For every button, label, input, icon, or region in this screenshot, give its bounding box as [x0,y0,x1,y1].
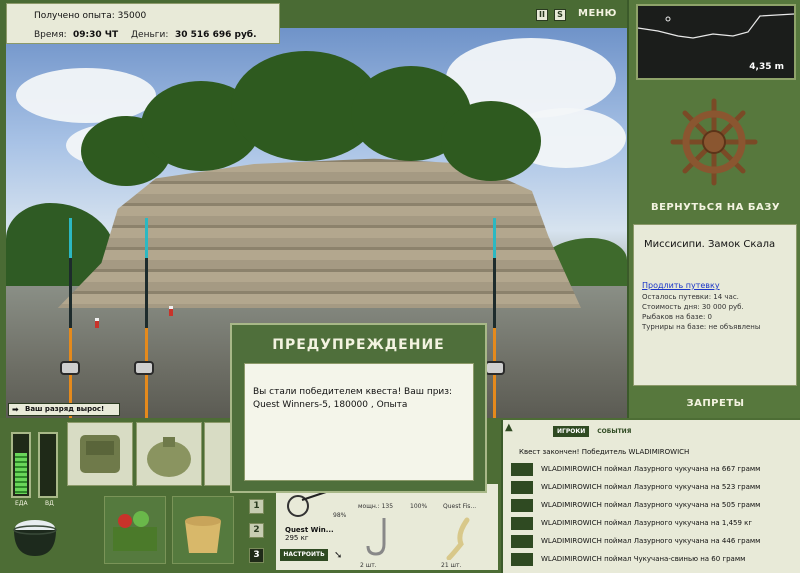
rod-slot-3-button[interactable]: 3 [249,548,264,563]
slot-bucket[interactable] [172,496,234,564]
rod-slot-1-button[interactable]: 1 [249,499,264,514]
game-screen: ➡ Ваш разряд вырос! Получено опыта: 3500… [0,0,800,573]
top-icons: II S [536,9,566,21]
tackle-weight: 295 кг [285,534,309,542]
depth-value: 4,35 m [749,62,784,72]
dialog-message: Вы стали победителем квеста! Ваш приз: Q… [253,387,453,410]
water-label: ВД [45,500,54,507]
sound-icon[interactable]: S [554,9,566,21]
fishing-rod-1[interactable] [69,218,72,418]
warning-dialog: ПРЕДУПРЕЖДЕНИЕ Вы стали победителем квес… [230,323,487,493]
tab-events[interactable]: СОБЫТИЯ [593,426,635,437]
hook-count: 2 шт. [360,562,377,569]
collapse-arrow-icon[interactable]: ▲ [505,422,513,433]
event-text: WLADIMIROWICH поймал Лазурного чукучана … [541,465,761,473]
event-text: WLADIMIROWICH поймал Чукучана-свинью на … [541,555,746,563]
slot-backpack[interactable] [67,422,133,486]
event-text: WLADIMIROWICH поймал Лазурного чукучана … [541,519,753,527]
event-text: WLADIMIROWICH поймал Лазурного чукучана … [541,537,761,545]
money-value: 30 516 696 руб. [175,30,257,40]
rank-up-badge[interactable]: ➡ Ваш разряд вырос! [8,403,120,416]
arrow-down-right-icon: ➘ [334,550,343,561]
bag-icon [147,437,191,477]
food-bar [11,432,31,498]
reel-2[interactable] [134,361,154,375]
float-marker [169,306,173,316]
fish-icon [511,553,533,566]
bans-button[interactable]: ЗАПРЕТЫ [629,398,800,409]
event-text: WLADIMIROWICH поймал Лазурного чукучана … [541,483,761,491]
events-panel: ▲ ИГРОКИ СОБЫТИЯ Квест закончен! Победит… [501,420,800,573]
time-label: Время: [34,30,67,40]
events-tabs: ИГРОКИ СОБЫТИЯ [553,426,635,437]
tab-players[interactable]: ИГРОКИ [553,426,590,437]
extend-permit-link[interactable]: Продлить путевку [642,281,720,290]
location-title: Миссисипи. Замок Скала [644,239,776,250]
event-row: WLADIMIROWICH поймал Лазурного чукучана … [511,497,797,513]
day-cost: Стоимость дня: 30 000 руб. [642,303,744,311]
fish-icon [511,535,533,548]
tackle-percent-1: 98% [333,512,347,519]
backpack-icon [80,435,120,473]
food-level [15,453,27,494]
menu-button[interactable]: МЕНЮ [578,8,617,19]
right-sidebar: 4,35 m ВЕРНУТЬСЯ НА БАЗУ Миссисипи. Замо… [627,0,800,418]
dialog-body: Вы стали победителем квеста! Ваш приз: Q… [244,363,474,481]
reel-3[interactable] [485,361,505,375]
slot-bag[interactable] [136,422,202,486]
island-trees [81,46,551,196]
hook-icon[interactable] [362,514,396,560]
fish-icon [511,481,533,494]
dialog-title: ПРЕДУПРЕЖДЕНИЕ [272,337,445,353]
player-info-panel: Получено опыта: 35000 Время: 09:30 ЧТ Де… [6,3,280,44]
fishing-rod-2[interactable] [145,218,148,418]
food-label: ЕДА [15,500,28,507]
reel-icon[interactable] [282,490,328,524]
time-value: 09:30 ЧТ [73,30,119,40]
bait-icon[interactable] [443,514,477,560]
event-row: WLADIMIROWICH поймал Лазурного чукучана … [511,461,797,477]
quest-finished-text: Квест закончен! Победитель WLADIMIROWICH [519,448,690,456]
food-basket-icon [113,511,157,551]
rank-up-text: Ваш разряд вырос! [25,405,105,413]
experience-text: Получено опыта: 35000 [34,11,147,21]
tournaments-on-base: Турниры на базе: не объявлены [642,323,761,331]
water-bar [38,432,58,498]
arrow-right-icon: ➡ [12,405,19,414]
event-row: WLADIMIROWICH поймал Чукучана-свинью на … [511,551,797,567]
cooking-pot-icon[interactable] [10,516,60,560]
bait-count: 21 шт. [441,562,462,569]
event-text: WLADIMIROWICH поймал Лазурного чукучана … [541,501,761,509]
tackle-percent-2: 100% [410,503,428,510]
fishing-rod-3[interactable] [493,218,496,418]
slot-food-basket[interactable] [104,496,166,564]
fishers-on-base: Рыбаков на базе: 0 [642,313,712,321]
ship-wheel-icon[interactable] [669,97,759,187]
event-row: WLADIMIROWICH поймал Лазурного чукучана … [511,515,797,531]
depth-map[interactable]: 4,35 m [636,4,796,80]
event-row: WLADIMIROWICH поймал Лазурного чукучана … [511,533,797,549]
fish-icon [511,463,533,476]
bucket-icon [185,516,221,553]
pause-icon[interactable]: II [536,9,548,21]
reel-1[interactable] [60,361,80,375]
fish-icon [511,517,533,530]
return-to-base-button[interactable]: ВЕРНУТЬСЯ НА БАЗУ [629,202,800,213]
tackle-name: Quest Win... [285,526,334,534]
rod-slot-2-button[interactable]: 2 [249,523,264,538]
setup-button[interactable]: НАСТРОИТЬ [280,549,328,561]
money-label: Деньги: [131,30,169,40]
location-panel: Миссисипи. Замок Скала Продлить путевку … [633,224,797,386]
permit-remaining: Осталось путевки: 14 час. [642,293,739,301]
power-label: мощн.: 135 [358,503,394,510]
bait-label: Quest Fis... [443,503,477,510]
event-row: WLADIMIROWICH поймал Лазурного чукучана … [511,479,797,495]
fish-icon [511,499,533,512]
float-marker [95,318,99,328]
